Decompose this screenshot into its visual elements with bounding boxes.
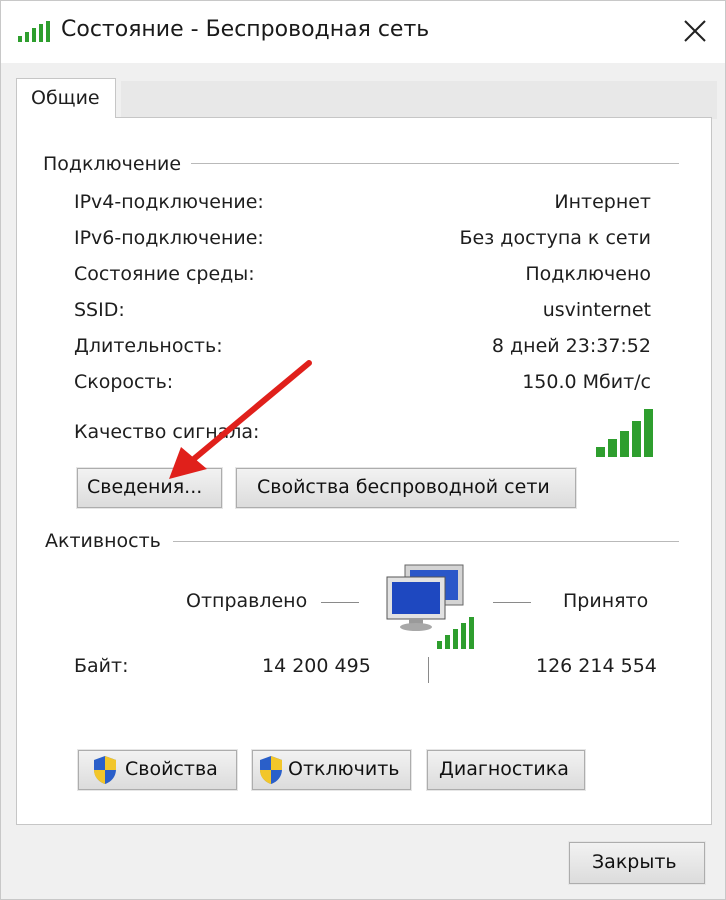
bytes-label: Байт: (74, 655, 129, 677)
sent-connector (321, 602, 359, 603)
close-icon[interactable] (677, 13, 713, 49)
received-connector (493, 602, 531, 603)
tab-general[interactable]: Общие (16, 78, 116, 118)
connection-divider (191, 163, 679, 164)
ipv4-label: IPv4-подключение: (74, 191, 264, 213)
signal-strength-icon (596, 409, 653, 457)
window-title: Состояние - Беспроводная сеть (61, 17, 430, 42)
properties-button-label: Свойства (125, 758, 218, 780)
speed-value: 150.0 Мбит/с (522, 371, 651, 393)
activity-group-title: Активность (45, 530, 161, 552)
bytes-received-value: 126 214 554 (536, 655, 657, 677)
activity-divider (173, 541, 679, 542)
sent-label: Отправлено (186, 590, 308, 612)
annotation-arrow-icon (169, 360, 312, 479)
tab-strip (121, 81, 717, 119)
received-label: Принято (563, 590, 649, 612)
uac-shield-icon (260, 756, 282, 784)
close-button-label: Закрыть (592, 851, 677, 873)
media-state-value: Подключено (525, 263, 651, 285)
ipv6-label: IPv6-подключение: (74, 227, 264, 249)
ssid-label: SSID: (74, 299, 125, 321)
uac-shield-icon (94, 756, 116, 784)
diagnose-button-label: Диагностика (439, 758, 569, 780)
bytes-separator (428, 657, 429, 683)
ipv6-value: Без доступа к сети (459, 227, 651, 249)
disconnect-button-label: Отключить (288, 758, 400, 780)
wifi-signal-icon (18, 21, 50, 42)
close-button[interactable]: Закрыть (568, 841, 706, 885)
diagnose-button[interactable]: Диагностика (426, 749, 586, 791)
properties-button[interactable]: Свойства (77, 749, 238, 791)
media-state-label: Состояние среды: (74, 263, 255, 285)
network-activity-icon (386, 564, 474, 649)
bytes-sent-value: 14 200 495 (262, 655, 371, 677)
disconnect-button[interactable]: Отключить (251, 749, 412, 791)
title-bar[interactable]: Состояние - Беспроводная сеть (1, 1, 725, 63)
duration-value: 8 дней 23:37:52 (491, 335, 651, 357)
status-dialog: Состояние - Беспроводная сеть Общие Подк… (0, 0, 726, 900)
connection-group-title: Подключение (43, 153, 182, 175)
ipv4-value: Интернет (554, 191, 651, 213)
ssid-value: usvinternet (542, 299, 651, 321)
